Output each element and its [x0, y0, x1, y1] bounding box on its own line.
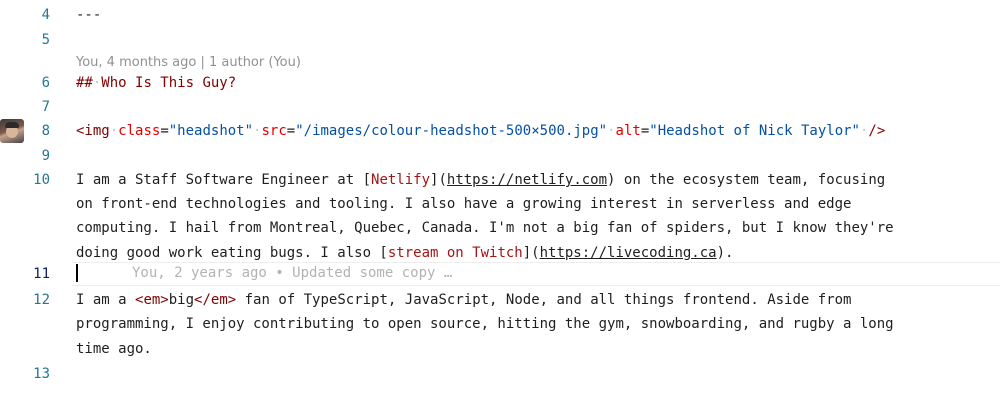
code-line-12-wrap-3[interactable]: time ago.: [76, 341, 152, 357]
value-src: "/images/colour-headshot-500×500.jpg": [295, 123, 608, 139]
code-line-12[interactable]: I am a <em>big</em> fan of TypeScript, J…: [76, 292, 851, 308]
attr-alt: alt: [615, 123, 641, 139]
em-tag-open: <em>: [135, 292, 169, 308]
line-number-4[interactable]: 4: [0, 7, 50, 23]
value-alt: "Headshot of Nick Taylor": [649, 123, 860, 139]
line-number-9[interactable]: 9: [0, 148, 50, 164]
code-line-10-wrap-4[interactable]: doing good work eating bugs. I also [str…: [76, 245, 733, 261]
em-tag-close: </em>: [194, 292, 237, 308]
code-line-12-wrap-2[interactable]: programming, I enjoy contributing to ope…: [76, 316, 894, 332]
text-cursor: [76, 264, 78, 282]
img-tag-close: />: [868, 123, 886, 139]
heading-marker: ##: [76, 75, 93, 91]
code-line-4[interactable]: ---: [76, 7, 101, 23]
attr-class: class: [118, 123, 161, 139]
paragraph1-text-a: I am a Staff Software Engineer at [: [76, 172, 372, 188]
attr-src: src: [261, 123, 287, 139]
avatar-hair: [5, 122, 19, 128]
author-avatar: [0, 119, 24, 143]
line-number-7[interactable]: 7: [0, 99, 50, 115]
paragraph2-text-d: time ago.: [76, 341, 152, 357]
value-class: "headshot": [168, 123, 254, 139]
code-line-10[interactable]: I am a Staff Software Engineer at [Netli…: [76, 172, 885, 188]
heading-text: Who Is This Guy?: [101, 75, 237, 91]
line-number-10[interactable]: 10: [0, 172, 50, 188]
paragraph1-text-f: ).: [716, 245, 734, 261]
line-number-13[interactable]: 13: [0, 366, 50, 382]
em-text: big: [168, 292, 195, 308]
link-netlify-text[interactable]: Netlify: [371, 172, 430, 188]
code-line-6[interactable]: ##·Who Is This Guy?: [76, 75, 236, 91]
codelens-blame[interactable]: You, 4 months ago | 1 author (You): [76, 55, 301, 70]
inline-blame[interactable]: You, 2 years ago • Updated some copy …: [132, 265, 452, 281]
img-tag-open: <img: [76, 123, 110, 139]
paragraph2-text-c: programming, I enjoy contributing to ope…: [76, 316, 894, 332]
link-bracket-2: ](: [522, 245, 540, 261]
link-bracket: ](: [430, 172, 447, 188]
link-netlify-url[interactable]: https://netlify.com: [447, 172, 607, 188]
link-twitch-text[interactable]: stream on Twitch: [388, 245, 523, 261]
paragraph1-text-c: on front-end technologies and tooling. I…: [76, 196, 852, 212]
frontmatter-separator: ---: [76, 7, 102, 23]
code-line-10-wrap-3[interactable]: computing. I hail from Montreal, Quebec,…: [76, 220, 894, 236]
paragraph1-text-b: ) on the ecosystem team, focusing: [607, 172, 886, 188]
line-number-12[interactable]: 12: [0, 292, 50, 308]
code-line-8[interactable]: <img·class="headshot"·src="/images/colou…: [76, 123, 885, 139]
paragraph1-text-d: computing. I hail from Montreal, Quebec,…: [76, 220, 894, 236]
paragraph1-text-e: doing good work eating bugs. I also [: [76, 245, 388, 261]
paragraph2-text-a: I am a: [76, 292, 136, 308]
line-number-6[interactable]: 6: [0, 75, 50, 91]
paragraph2-text-b: fan of TypeScript, JavaScript, Node, and…: [236, 292, 852, 308]
code-line-10-wrap-2[interactable]: on front-end technologies and tooling. I…: [76, 196, 851, 212]
link-twitch-url[interactable]: https://livecoding.ca: [540, 245, 717, 261]
line-number-5[interactable]: 5: [0, 32, 50, 48]
line-number-11[interactable]: 11: [0, 266, 50, 282]
